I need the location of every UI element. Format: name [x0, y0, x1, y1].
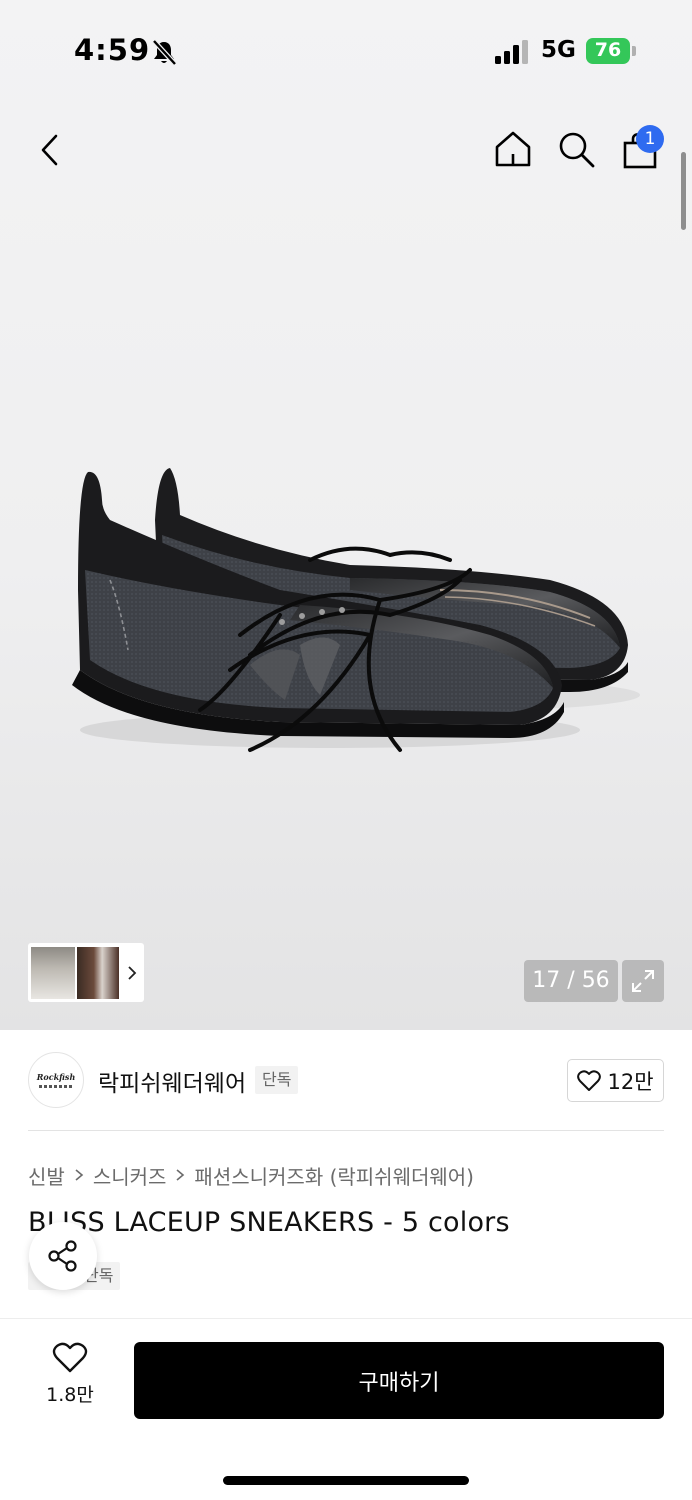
share-icon — [48, 1240, 77, 1272]
brand-name[interactable]: 락피쉬웨더웨어 — [98, 1064, 246, 1098]
product-hero: 4:59 5G 76 1 17 / 56 — [0, 0, 692, 1030]
back-icon — [41, 134, 58, 166]
battery-indicator: 76 — [586, 38, 636, 64]
expand-icon — [632, 970, 654, 992]
product-image — [72, 468, 640, 752]
brand-logo[interactable]: Rockfish — [28, 1052, 84, 1108]
exclusive-badge: 단독 — [255, 1066, 299, 1094]
buy-button[interactable]: 구매하기 — [134, 1342, 664, 1419]
chevron-right-icon — [128, 965, 137, 980]
thumbnail-image[interactable] — [31, 946, 75, 999]
home-icon — [495, 131, 531, 167]
battery-level: 76 — [594, 39, 622, 61]
brand-like-button[interactable]: 12만 — [567, 1059, 664, 1102]
bell-slash-icon — [152, 39, 177, 66]
expand-button[interactable] — [622, 960, 664, 1002]
cart-count-badge: 1 — [636, 125, 664, 153]
status-bar: 4:59 5G 76 — [0, 0, 692, 100]
breadcrumb: 신발 스니커즈 패션스니커즈화 (락피쉬웨더웨어) — [28, 1160, 474, 1190]
brand-like-count: 12만 — [607, 1069, 654, 1094]
home-indicator — [223, 1476, 469, 1485]
search-icon — [559, 132, 595, 168]
product-title: BLISS LACEUP SNEAKERS - 5 colors — [28, 1207, 510, 1238]
search-button[interactable] — [553, 126, 599, 172]
breadcrumb-item-fashion-sneakers[interactable]: 패션스니커즈화 (락피쉬웨더웨어) — [194, 1161, 474, 1190]
thumbnail-strip[interactable] — [28, 943, 144, 1002]
wishlist-count: 1.8만 — [46, 1384, 94, 1406]
heart-icon — [52, 1342, 88, 1373]
scroll-indicator — [681, 152, 686, 230]
breadcrumb-item-sneakers[interactable]: 스니커즈 — [93, 1161, 167, 1190]
home-button[interactable] — [490, 126, 536, 172]
wishlist-button[interactable]: 1.8만 — [30, 1342, 110, 1420]
brand-logo-text: Rockfish — [36, 1072, 76, 1082]
signal-icon — [495, 40, 528, 64]
breadcrumb-item-shoes[interactable]: 신발 — [28, 1161, 65, 1190]
chevron-right-icon — [176, 1169, 185, 1181]
network-type: 5G — [541, 37, 576, 63]
heart-icon — [577, 1069, 602, 1091]
share-button[interactable] — [29, 1222, 97, 1290]
divider — [28, 1130, 664, 1131]
battery-cap — [632, 46, 636, 56]
brand-logo-mark — [39, 1085, 73, 1088]
status-time: 4:59 — [74, 33, 151, 67]
image-page-counter: 17 / 56 — [524, 960, 618, 1002]
back-button[interactable] — [28, 128, 72, 172]
thumbnail-image[interactable] — [77, 946, 119, 999]
chevron-right-icon — [75, 1169, 84, 1181]
